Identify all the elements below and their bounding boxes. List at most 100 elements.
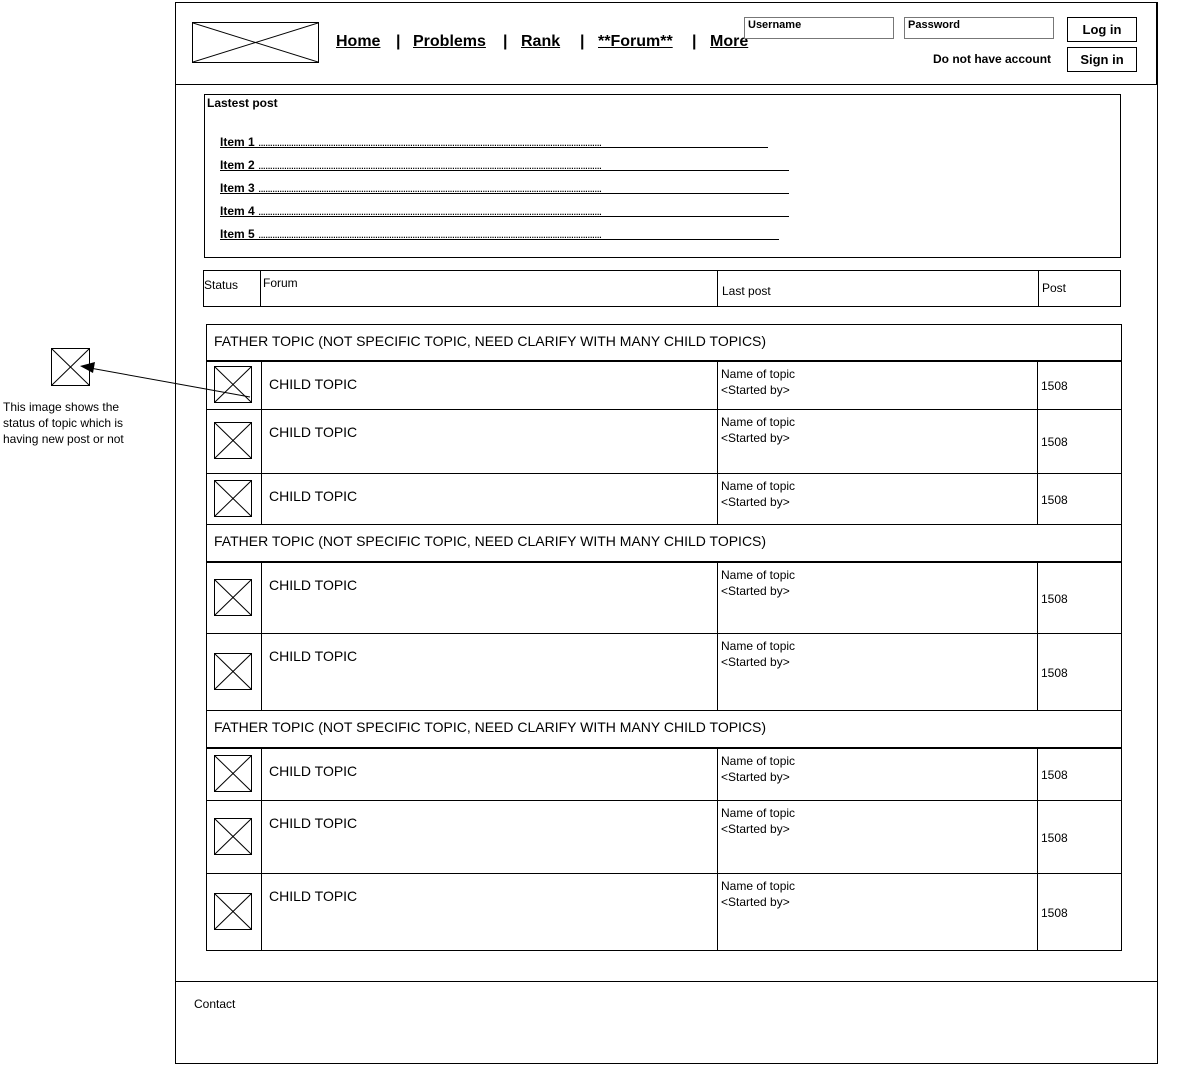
nav-separator: | xyxy=(503,33,508,50)
last-post-info: Name of topic <Started by> xyxy=(721,414,795,446)
topic-status-image-placeholder-icon xyxy=(214,653,252,690)
column-divider xyxy=(717,873,718,950)
latest-post-title: Lastest post xyxy=(207,96,278,110)
nav-home-link[interactable]: Home xyxy=(336,33,380,51)
last-post-info: Name of topic <Started by> xyxy=(721,366,795,398)
nav-problems-link[interactable]: Problems xyxy=(413,33,486,51)
column-divider xyxy=(260,270,261,307)
last-post-topic-link[interactable]: Name of topic xyxy=(721,878,795,894)
child-topic-name[interactable]: CHILD TOPIC xyxy=(269,815,357,831)
no-account-text: Do not have account xyxy=(933,52,1052,66)
last-post-topic-link[interactable]: Name of topic xyxy=(721,638,795,654)
header-post: Post xyxy=(1042,281,1067,295)
father-topic-title[interactable]: FATHER TOPIC (NOT SPECIFIC TOPIC, NEED C… xyxy=(214,533,766,549)
column-divider xyxy=(1037,473,1038,524)
last-post-started-by: <Started by> xyxy=(721,822,790,836)
nav-separator: | xyxy=(692,33,697,50)
last-post-info: Name of topic <Started by> xyxy=(721,878,795,910)
last-post-info: Name of topic <Started by> xyxy=(721,478,795,510)
annotation-note-line: This image shows the xyxy=(3,400,120,414)
column-divider xyxy=(261,748,262,800)
child-topic-name[interactable]: CHILD TOPIC xyxy=(269,376,357,392)
column-divider xyxy=(261,473,262,524)
child-topic-name[interactable]: CHILD TOPIC xyxy=(269,577,357,593)
annotation-note-line: status of topic which is xyxy=(3,416,124,430)
column-divider xyxy=(717,409,718,473)
nav-separator: | xyxy=(580,33,585,50)
latest-item-underline xyxy=(220,239,779,240)
column-divider xyxy=(261,800,262,873)
nav-forum-link[interactable]: **Forum** xyxy=(598,33,673,51)
password-input[interactable]: Password xyxy=(904,17,1054,39)
child-topic-row[interactable] xyxy=(206,633,1122,711)
last-post-topic-link[interactable]: Name of topic xyxy=(721,478,795,494)
child-topic-name[interactable]: CHILD TOPIC xyxy=(269,648,357,664)
column-divider xyxy=(261,873,262,950)
topic-status-image-placeholder-icon xyxy=(214,366,252,403)
column-divider xyxy=(1037,748,1038,800)
post-count: 1508 xyxy=(1041,906,1068,920)
last-post-started-by: <Started by> xyxy=(721,655,790,669)
column-divider xyxy=(261,562,262,633)
child-topic-name[interactable]: CHILD TOPIC xyxy=(269,888,357,904)
column-divider xyxy=(1037,361,1038,409)
column-divider xyxy=(1037,633,1038,710)
topic-status-image-placeholder-icon xyxy=(214,480,252,517)
post-count: 1508 xyxy=(1041,666,1068,680)
topic-status-image-placeholder-icon xyxy=(214,818,252,855)
child-topic-row[interactable] xyxy=(206,409,1122,474)
child-topic-name[interactable]: CHILD TOPIC xyxy=(269,424,357,440)
column-divider xyxy=(1037,873,1038,950)
status-legend-image-placeholder-icon xyxy=(51,348,90,386)
latest-item-underline xyxy=(220,147,768,148)
last-post-info: Name of topic <Started by> xyxy=(721,753,795,785)
column-divider xyxy=(1038,270,1039,307)
nav-separator: | xyxy=(396,33,401,50)
footer-divider xyxy=(176,981,1158,982)
column-divider xyxy=(1037,562,1038,633)
child-topic-row[interactable] xyxy=(206,873,1122,951)
forum-table-header xyxy=(203,270,1121,307)
last-post-started-by: <Started by> xyxy=(721,495,790,509)
nav-rank-link[interactable]: Rank xyxy=(521,33,560,51)
post-count: 1508 xyxy=(1041,435,1068,449)
header-forum: Forum xyxy=(263,276,298,290)
column-divider xyxy=(717,473,718,524)
father-topic-title[interactable]: FATHER TOPIC (NOT SPECIFIC TOPIC, NEED C… xyxy=(214,719,766,735)
header-status: Status xyxy=(204,278,239,292)
child-topic-name[interactable]: CHILD TOPIC xyxy=(269,763,357,779)
child-topic-row[interactable] xyxy=(206,800,1122,874)
logo-image-placeholder-icon[interactable] xyxy=(192,22,319,63)
father-topic-title[interactable]: FATHER TOPIC (NOT SPECIFIC TOPIC, NEED C… xyxy=(214,333,766,349)
child-topic-name[interactable]: CHILD TOPIC xyxy=(269,488,357,504)
topic-status-image-placeholder-icon xyxy=(214,755,252,792)
post-count: 1508 xyxy=(1041,831,1068,845)
last-post-topic-link[interactable]: Name of topic xyxy=(721,366,795,382)
login-button[interactable]: Log in xyxy=(1067,17,1137,42)
column-divider xyxy=(1037,800,1038,873)
last-post-info: Name of topic <Started by> xyxy=(721,638,795,670)
last-post-started-by: <Started by> xyxy=(721,383,790,397)
column-divider xyxy=(717,361,718,409)
latest-item-underline xyxy=(220,170,789,171)
column-divider xyxy=(717,800,718,873)
signin-button[interactable]: Sign in xyxy=(1067,47,1137,72)
nav-more-link[interactable]: More xyxy=(710,33,748,51)
last-post-topic-link[interactable]: Name of topic xyxy=(721,753,795,769)
topic-status-image-placeholder-icon xyxy=(214,579,252,616)
last-post-started-by: <Started by> xyxy=(721,431,790,445)
column-divider xyxy=(1037,409,1038,473)
column-divider xyxy=(717,562,718,633)
post-count: 1508 xyxy=(1041,493,1068,507)
last-post-topic-link[interactable]: Name of topic xyxy=(721,414,795,430)
post-count: 1508 xyxy=(1041,379,1068,393)
last-post-topic-link[interactable]: Name of topic xyxy=(721,805,795,821)
last-post-topic-link[interactable]: Name of topic xyxy=(721,567,795,583)
annotation-note-line: having new post or not xyxy=(3,432,124,446)
column-divider xyxy=(261,633,262,710)
column-divider xyxy=(717,270,718,307)
child-topic-row[interactable] xyxy=(206,562,1122,634)
footer-contact[interactable]: Contact xyxy=(194,997,235,1011)
column-divider xyxy=(717,633,718,710)
username-input[interactable]: Username xyxy=(744,17,894,39)
